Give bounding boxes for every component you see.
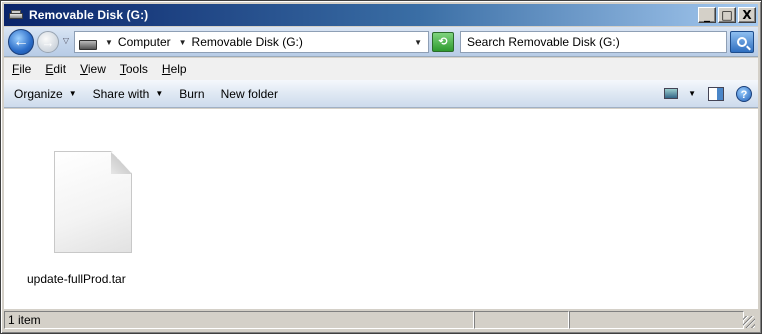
view-options-dropdown-icon[interactable]: ▼ — [688, 89, 696, 98]
recent-pages-dropdown[interactable]: ▽ — [61, 36, 71, 46]
address-bar: ← → ▽ ▼ Computer ▼ Removable Disk (G:) ▼… — [4, 27, 758, 57]
explorer-window: Removable Disk (G:) _ □ X ← → ▽ ▼ Comput… — [0, 0, 762, 334]
menu-edit[interactable]: Edit — [45, 62, 66, 76]
new-folder-button[interactable]: New folder — [221, 87, 278, 101]
change-view-icon[interactable] — [664, 88, 679, 99]
address-dropdown-icon[interactable]: ▼ — [414, 38, 422, 47]
breadcrumb-arrow-icon[interactable]: ▼ — [105, 38, 113, 47]
menu-tools[interactable]: Tools — [120, 62, 148, 76]
forward-button[interactable]: → — [37, 31, 59, 53]
view-controls: ▼ ? — [664, 85, 752, 102]
file-list-area[interactable]: update-fullProd.tar — [4, 109, 758, 309]
dropdown-arrow-icon: ▼ — [155, 89, 164, 98]
refresh-button[interactable]: ⟲ — [432, 32, 454, 52]
menu-file[interactable]: File — [12, 62, 31, 76]
address-field[interactable]: ▼ Computer ▼ Removable Disk (G:) ▼ — [74, 31, 429, 53]
share-with-label: Share with — [92, 86, 150, 101]
dropdown-arrow-icon: ▼ — [68, 89, 77, 98]
title-bar[interactable]: Removable Disk (G:) _ □ X — [4, 4, 758, 26]
back-button[interactable]: ← — [8, 29, 34, 55]
minimize-button[interactable]: _ — [698, 7, 716, 23]
status-item-count: 1 item — [4, 311, 474, 329]
menu-view[interactable]: View — [80, 62, 106, 76]
search-icon — [737, 37, 747, 47]
breadcrumb-removable-disk[interactable]: Removable Disk (G:) — [192, 35, 303, 49]
preview-pane-icon[interactable] — [708, 86, 724, 101]
status-bar: 1 item — [4, 309, 758, 331]
breadcrumb-computer[interactable]: Computer — [118, 35, 171, 49]
drive-icon — [79, 39, 97, 50]
organize-button[interactable]: Organize ▼ — [14, 87, 77, 101]
search-button[interactable] — [730, 31, 754, 53]
resize-grip[interactable] — [743, 316, 755, 328]
removable-disk-icon — [8, 7, 24, 23]
search-input[interactable]: Search Removable Disk (G:) — [460, 31, 727, 53]
forward-arrow-icon: → — [41, 34, 55, 50]
organize-label: Organize — [14, 86, 63, 101]
file-name: update-fullProd.tar — [27, 272, 126, 286]
close-button[interactable]: X — [738, 7, 756, 23]
burn-button[interactable]: Burn — [179, 87, 204, 101]
menu-bar: File Edit View Tools Help — [4, 58, 758, 80]
window-title: Removable Disk (G:) — [29, 8, 149, 22]
window-controls: _ □ X — [696, 7, 756, 23]
status-pane-3 — [569, 311, 744, 329]
breadcrumb-arrow-icon[interactable]: ▼ — [179, 38, 187, 47]
help-icon[interactable]: ? — [736, 85, 752, 102]
status-pane-2 — [474, 311, 569, 329]
command-bar: Organize ▼ Share with ▼ Burn New folder … — [4, 80, 758, 108]
share-with-button[interactable]: Share with ▼ — [93, 87, 164, 101]
menu-help[interactable]: Help — [162, 62, 187, 76]
maximize-button[interactable]: □ — [718, 7, 736, 23]
refresh-icon: ⟲ — [438, 36, 448, 48]
back-arrow-icon: ← — [13, 33, 29, 50]
